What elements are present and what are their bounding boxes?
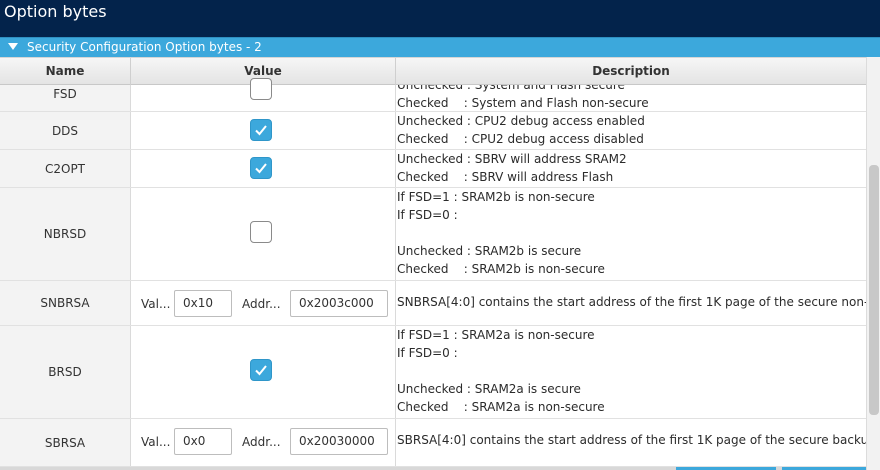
description-line: Unchecked : SRAM2a is secure xyxy=(397,382,581,396)
window-title: Option bytes xyxy=(4,2,107,21)
table-row-sbrsa: SBRSA Val... 0x0 Addr... 0x20030000 SBRS… xyxy=(0,419,866,467)
scrollbar-thumb[interactable] xyxy=(869,165,879,415)
table-row-brsd: BRSD If FSD=1 : SRAM2a is non-secure If … xyxy=(0,326,866,419)
description-line: Checked : SRAM2a is non-secure xyxy=(397,400,605,414)
description-line: Unchecked : System and Flash secure xyxy=(397,85,625,92)
row-value-snbrsa: Val... 0x10 Addr... 0x2003c000 xyxy=(131,281,396,325)
row-description-snbrsa: SNBRSA[4:0] contains the start address o… xyxy=(396,281,866,325)
row-description-nbrsd: If FSD=1 : SRAM2b is non-secure If FSD=0… xyxy=(396,188,866,280)
chevron-down-icon[interactable] xyxy=(8,43,18,50)
description-line: Checked : System and Flash non-secure xyxy=(397,96,649,110)
table-row-dds: DDS Unchecked : CPU2 debug access enable… xyxy=(0,112,866,150)
address-label: Addr... xyxy=(242,435,281,449)
option-bytes-table: Name Value Description FSD Unchecked : S… xyxy=(0,57,866,467)
value-label: Val... xyxy=(141,297,171,311)
row-description-sbrsa: SBRSA[4:0] contains the start address of… xyxy=(396,419,866,466)
address-input-snbrsa[interactable]: 0x2003c000 xyxy=(290,290,388,317)
row-name-brsd: BRSD xyxy=(0,326,131,418)
description-line: Unchecked : SBRV will address SRAM2 xyxy=(397,152,627,166)
row-name-nbrsd: NBRSD xyxy=(0,188,131,280)
row-name-fsd: FSD xyxy=(0,85,131,111)
description-line xyxy=(397,362,866,380)
description-line: If FSD=1 : SRAM2a is non-secure xyxy=(397,328,595,342)
row-name-sbrsa: SBRSA xyxy=(0,419,131,466)
row-name-c2opt: C2OPT xyxy=(0,150,131,187)
row-value-nbrsd xyxy=(131,188,396,280)
checkbox-nbrsd[interactable] xyxy=(250,221,272,243)
description-line: SBRSA[4:0] contains the start address of… xyxy=(397,433,866,447)
checkbox-dds[interactable] xyxy=(250,119,272,141)
description-line: If FSD=1 : SRAM2b is non-secure xyxy=(397,190,595,204)
column-header-description[interactable]: Description xyxy=(396,58,866,85)
check-icon xyxy=(255,365,267,376)
checkbox-c2opt[interactable] xyxy=(250,157,272,179)
description-line: Checked : CPU2 debug access disabled xyxy=(397,132,644,146)
row-description-c2opt: Unchecked : SBRV will address SRAM2 Chec… xyxy=(396,150,866,187)
row-value-dds xyxy=(131,112,396,149)
address-label: Addr... xyxy=(242,297,281,311)
table-header: Name Value Description xyxy=(0,57,866,85)
description-line: If FSD=0 : xyxy=(397,208,458,222)
checkbox-brsd[interactable] xyxy=(250,359,272,381)
check-icon xyxy=(255,125,267,136)
table-row-nbrsd: NBRSD If FSD=1 : SRAM2b is non-secure If… xyxy=(0,188,866,281)
description-line: Checked : SBRV will address Flash xyxy=(397,170,614,184)
row-value-sbrsa: Val... 0x0 Addr... 0x20030000 xyxy=(131,419,396,466)
description-line xyxy=(397,224,866,242)
value-label: Val... xyxy=(141,435,171,449)
value-input-snbrsa[interactable]: 0x10 xyxy=(174,290,232,317)
row-value-c2opt xyxy=(131,150,396,187)
row-name-snbrsa: SNBRSA xyxy=(0,281,131,325)
value-input-sbrsa[interactable]: 0x0 xyxy=(174,428,232,455)
description-line: Unchecked : SRAM2b is secure xyxy=(397,244,582,258)
description-line: If FSD=0 : xyxy=(397,346,458,360)
table-row-fsd: FSD Unchecked : System and Flash secure … xyxy=(0,78,866,112)
vertical-scrollbar[interactable] xyxy=(866,57,880,470)
window-titlebar: Option bytes xyxy=(0,0,880,37)
row-description-brsd: If FSD=1 : SRAM2a is non-secure If FSD=0… xyxy=(396,326,866,418)
table-row-snbrsa: SNBRSA Val... 0x10 Addr... 0x2003c000 SN… xyxy=(0,281,866,326)
description-line: Unchecked : CPU2 debug access enabled xyxy=(397,114,645,128)
table-row-c2opt: C2OPT Unchecked : SBRV will address SRAM… xyxy=(0,150,866,188)
row-description-fsd: Unchecked : System and Flash secure Chec… xyxy=(396,85,866,111)
checkbox-fsd[interactable] xyxy=(250,78,272,100)
column-header-name[interactable]: Name xyxy=(0,58,131,85)
description-line: SNBRSA[4:0] contains the start address o… xyxy=(397,295,866,309)
address-input-sbrsa[interactable]: 0x20030000 xyxy=(290,428,388,455)
check-icon xyxy=(255,163,267,174)
row-name-dds: DDS xyxy=(0,112,131,149)
section-header-security-config-2[interactable]: Security Configuration Option bytes - 2 xyxy=(0,37,880,57)
row-value-fsd xyxy=(131,78,396,111)
row-value-brsd xyxy=(131,326,396,418)
description-line: Checked : SRAM2b is non-secure xyxy=(397,262,605,276)
row-description-dds: Unchecked : CPU2 debug access enabled Ch… xyxy=(396,112,866,149)
section-title: Security Configuration Option bytes - 2 xyxy=(27,40,262,54)
